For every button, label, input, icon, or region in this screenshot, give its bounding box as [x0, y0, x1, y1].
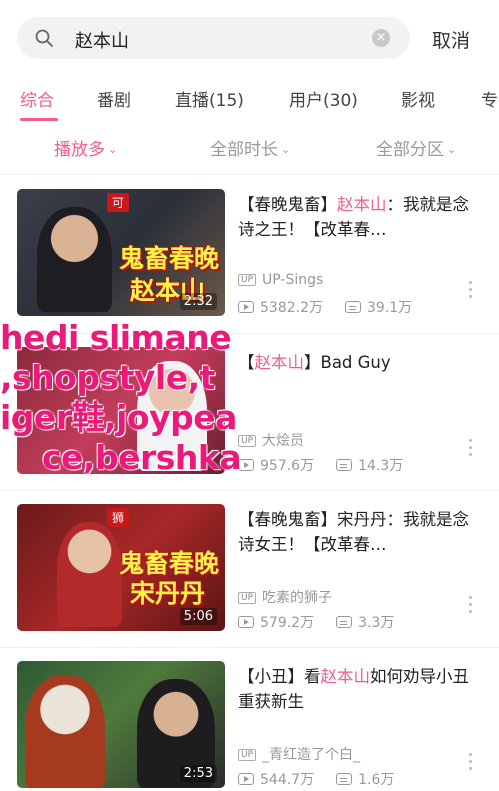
uploader[interactable]: UP UP-Sings: [238, 272, 323, 288]
uploader-name: UP-Sings: [262, 272, 324, 288]
tab-active-indicator: [20, 118, 58, 121]
danmaku-icon: [345, 301, 361, 313]
watermark-line: hedi slimane: [0, 318, 232, 357]
thumbnail-figure: [25, 675, 105, 788]
danmaku-icon: [336, 459, 353, 471]
chevron-down-icon: ⌄: [108, 143, 118, 156]
video-thumbnail[interactable]: 狮 鬼畜春晚 宋丹丹 5:06: [17, 504, 225, 631]
up-badge-icon: UP: [238, 749, 257, 761]
watermark-line: ,shopstyle,t: [0, 358, 215, 397]
uploader-name: _青红造了个白_: [262, 747, 361, 763]
video-stats: 5382.2万 39.1万: [238, 297, 412, 317]
danmaku-count: 1.6万: [358, 772, 395, 788]
tab-comprehensive[interactable]: 综合: [20, 86, 54, 111]
thumbnail-tag: 可: [107, 193, 130, 212]
filter-duration[interactable]: 全部时长 ⌄: [210, 135, 290, 160]
tab-bar: 综合 番剧 直播(15) 用户(30) 影视 专: [0, 78, 499, 122]
search-icon: [35, 29, 53, 47]
uploader[interactable]: UP _青红造了个白_: [238, 744, 360, 764]
video-duration: 2:32: [179, 293, 217, 310]
video-duration: 2:53: [179, 765, 217, 782]
filter-duration-label: 全部时长: [210, 140, 278, 160]
danmaku-count: 14.3万: [358, 458, 404, 474]
play-count-icon: [238, 301, 254, 313]
filter-bar: 播放多 ⌄ 全部时长 ⌄ 全部分区 ⌄: [0, 122, 499, 172]
uploader[interactable]: UP 吃素的狮子: [238, 587, 332, 607]
divider: [0, 174, 499, 175]
cancel-button[interactable]: 取消: [432, 26, 470, 53]
video-thumbnail[interactable]: 可 鬼畜春晚 赵本山 2:32: [17, 189, 225, 316]
video-item[interactable]: 2:53 【小丑】看赵本山如何劝导小丑重获新生 UP _青红造了个白_ 544.7…: [0, 648, 499, 791]
danmaku-count: 39.1万: [367, 300, 413, 316]
play-count: 544.7万: [260, 772, 315, 788]
danmaku-icon: [336, 616, 353, 628]
watermark-line: ce,bershka: [42, 438, 242, 477]
video-thumbnail[interactable]: 2:53: [17, 661, 225, 788]
up-badge-icon: UP: [238, 274, 257, 286]
video-title[interactable]: 【春晚鬼畜】宋丹丹：我就是念诗女王！【改革春…: [238, 507, 482, 557]
title-text: 【小丑】看: [238, 667, 321, 686]
thumbnail-figure: [57, 522, 122, 627]
more-icon[interactable]: [469, 596, 473, 617]
thumbnail-caption: 宋丹丹: [129, 579, 205, 608]
video-title[interactable]: 【赵本山】Bad Guy: [238, 350, 482, 375]
chevron-down-icon: ⌄: [281, 143, 291, 156]
filter-zone[interactable]: 全部分区 ⌄: [376, 135, 456, 160]
thumbnail-tag: 狮: [107, 508, 130, 527]
title-highlight: 赵本山: [337, 195, 387, 214]
thumbnail-figure: [37, 207, 112, 312]
filter-zone-label: 全部分区: [376, 140, 444, 160]
play-count: 5382.2万: [260, 300, 323, 316]
watermark-line: iger鞋,joypea: [0, 398, 237, 437]
search-query: 赵本山: [75, 31, 129, 52]
filter-sort-label: 播放多: [54, 140, 105, 160]
play-count: 579.2万: [260, 615, 315, 631]
search-input[interactable]: 赵本山 ×: [17, 17, 410, 59]
video-item[interactable]: 可 鬼畜春晚 赵本山 2:32 【春晚鬼畜】赵本山：我就是念诗之王！【改革春… …: [0, 176, 499, 333]
video-title[interactable]: 【小丑】看赵本山如何劝导小丑重获新生: [238, 664, 482, 714]
more-icon[interactable]: [469, 439, 473, 460]
up-badge-icon: UP: [238, 592, 257, 604]
chevron-down-icon: ⌄: [447, 143, 457, 156]
video-duration: 5:06: [179, 608, 217, 625]
more-icon[interactable]: [469, 281, 473, 302]
tab-film[interactable]: 影视: [401, 86, 435, 111]
tab-bangumi[interactable]: 番剧: [97, 86, 131, 111]
danmaku-count: 3.3万: [358, 615, 395, 631]
filter-sort[interactable]: 播放多 ⌄: [54, 135, 117, 160]
video-title[interactable]: 【春晚鬼畜】赵本山：我就是念诗之王！【改革春…: [238, 192, 482, 242]
tab-live[interactable]: 直播(15): [175, 86, 244, 111]
title-text: 【春晚鬼畜】宋丹丹：我就是念诗女王！【改革春…: [238, 510, 469, 554]
clear-icon[interactable]: ×: [372, 29, 390, 47]
title-text: 】Bad Guy: [304, 353, 391, 372]
title-text: 【春晚鬼畜】: [238, 195, 337, 214]
tab-special[interactable]: 专: [481, 86, 498, 111]
danmaku-icon: [336, 773, 353, 785]
uploader-name: 吃素的狮子: [262, 590, 333, 606]
video-item[interactable]: 狮 鬼畜春晚 宋丹丹 5:06 【春晚鬼畜】宋丹丹：我就是念诗女王！【改革春… …: [0, 491, 499, 648]
search-header: 赵本山 × 取消: [0, 0, 499, 78]
play-count: 957.6万: [260, 458, 315, 474]
thumbnail-caption: 鬼畜春晚: [118, 244, 219, 273]
play-count-icon: [238, 616, 254, 628]
uploader-name: 大烩员: [262, 433, 305, 449]
video-stats: 544.7万 1.6万: [238, 769, 394, 789]
watermark-overlay: hedi slimane ,shopstyle,t iger鞋,joypea c…: [0, 318, 265, 478]
title-highlight: 赵本山: [320, 667, 371, 686]
play-count-icon: [238, 773, 254, 785]
more-icon[interactable]: [469, 753, 473, 774]
tab-users[interactable]: 用户(30): [289, 86, 358, 111]
video-stats: 579.2万 3.3万: [238, 612, 394, 632]
